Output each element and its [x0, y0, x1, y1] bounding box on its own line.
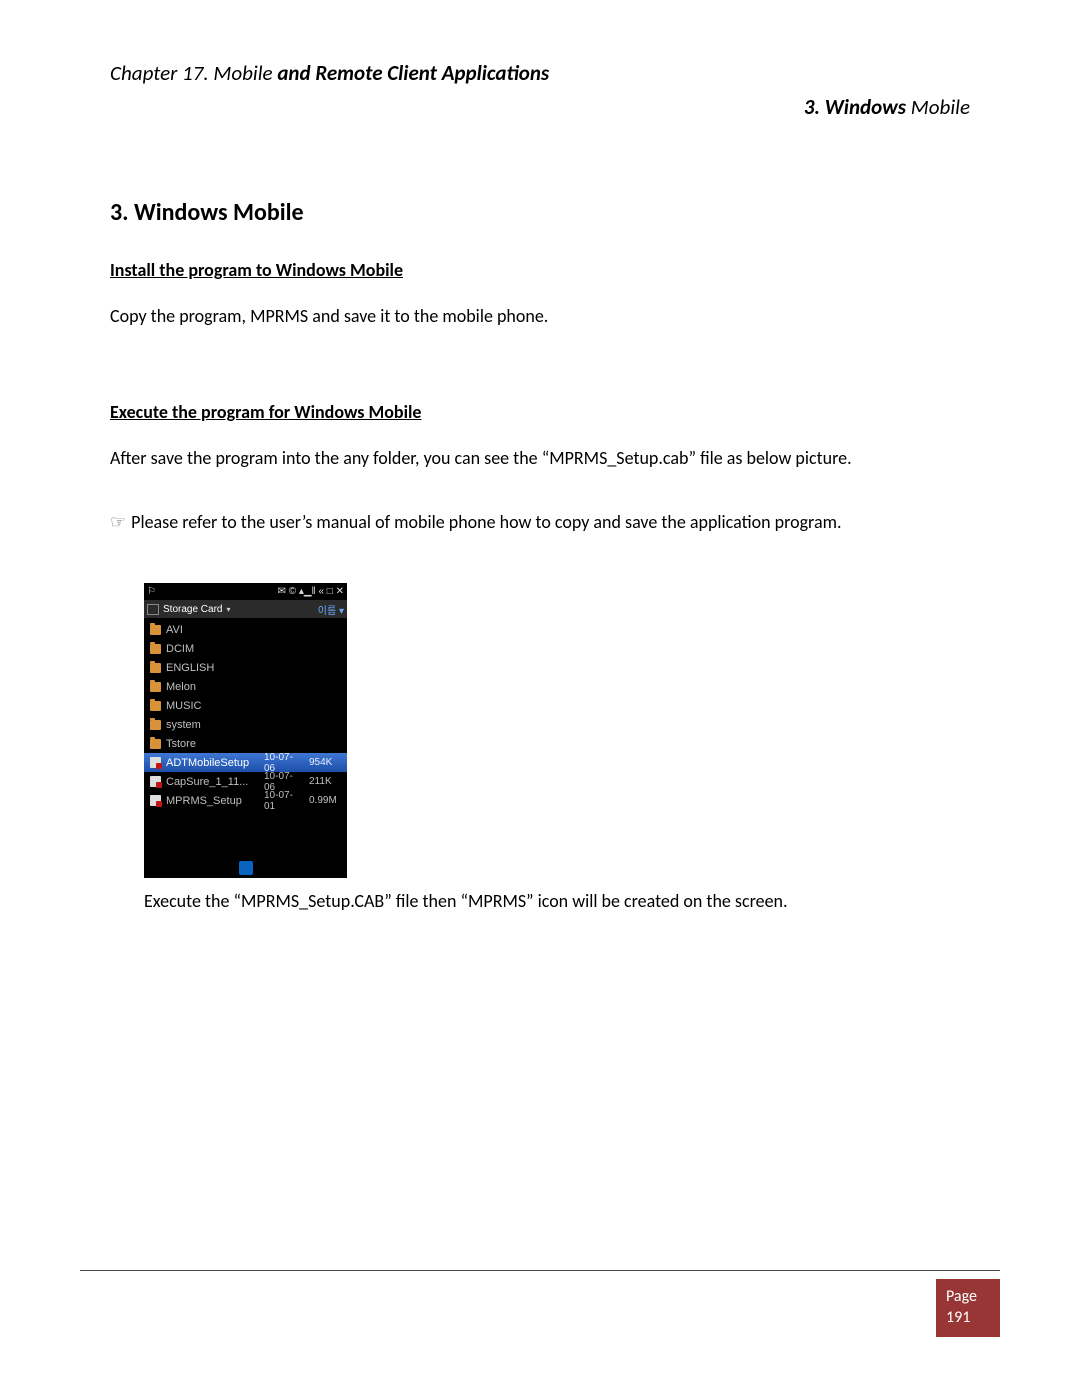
footer-rule — [80, 1270, 1000, 1271]
phone-bottom-bar — [144, 858, 347, 878]
section-heading: 3. Windows Mobile — [110, 198, 970, 227]
list-item[interactable]: system — [144, 715, 347, 734]
list-item[interactable]: Tstore — [144, 734, 347, 753]
pointing-hand-icon: ☞ — [110, 511, 125, 533]
folder-icon — [150, 625, 161, 635]
folder-icon — [150, 739, 161, 749]
paragraph-execute: After save the program into the any fold… — [110, 445, 970, 471]
cab-file-icon — [150, 795, 161, 806]
paragraph-install: Copy the program, MPRMS and save it to t… — [110, 303, 970, 329]
folder-icon — [150, 701, 161, 711]
list-item[interactable]: MUSIC — [144, 696, 347, 715]
cab-file-icon — [150, 757, 161, 768]
header-chapter-prefix: Chapter 17. Mobile — [110, 60, 273, 86]
header-chapter: Chapter 17. Mobile and Remote Client App… — [110, 60, 970, 86]
folder-icon — [150, 720, 161, 730]
page-number-badge: Page 191 — [936, 1279, 1000, 1337]
folder-icon — [150, 663, 161, 673]
page-label: Page — [946, 1287, 990, 1308]
cab-file-icon — [150, 776, 161, 787]
list-item[interactable]: CapSure_1_11... 10-07-06 211K — [144, 772, 347, 791]
phone-status-bar: ⚐ ✉ © ▴▁‖ « □ ✕ — [144, 583, 347, 600]
subheading-execute: Execute the program for Windows Mobile — [110, 401, 970, 423]
list-item[interactable]: ENGLISH — [144, 658, 347, 677]
location-dropdown[interactable]: Storage Card ▾ — [147, 604, 231, 615]
screenshot-caption: Execute the “MPRMS_Setup.CAB” file then … — [144, 890, 970, 912]
header-section: 3. Windows Mobile — [110, 94, 970, 120]
header-chapter-bold: and Remote Client Applications — [273, 60, 550, 86]
start-flag-icon: ⚐ — [147, 586, 156, 597]
note-text: Please refer to the user’s manual of mob… — [131, 511, 841, 533]
list-item[interactable]: DCIM — [144, 639, 347, 658]
phone-file-list: AVI DCIM ENGLISH Melon MUSIC system Tsto… — [144, 618, 347, 858]
list-item[interactable]: Melon — [144, 677, 347, 696]
header-section-light: Mobile — [911, 94, 970, 120]
header-section-bold: 3. Windows — [804, 94, 911, 120]
phone-location-bar: Storage Card ▾ 이름 ▾ — [144, 600, 347, 618]
card-icon — [147, 604, 159, 615]
location-label: Storage Card — [163, 604, 222, 615]
subheading-install: Install the program to Windows Mobile — [110, 259, 970, 281]
list-item-selected[interactable]: ADTMobileSetup 10-07-06 954K — [144, 753, 347, 772]
keyboard-icon[interactable] — [239, 861, 253, 875]
folder-icon — [150, 644, 161, 654]
status-icons: ✉ © ▴▁‖ « □ ✕ — [277, 586, 344, 597]
list-item[interactable]: MPRMS_Setup 10-07-01 0.99M — [144, 791, 347, 810]
folder-icon — [150, 682, 161, 692]
page-number: 191 — [946, 1308, 990, 1329]
note-paragraph: ☞ Please refer to the user’s manual of mo… — [110, 509, 970, 535]
chevron-down-icon: ▾ — [226, 605, 230, 614]
list-item[interactable]: AVI — [144, 620, 347, 639]
phone-screenshot: ⚐ ✉ © ▴▁‖ « □ ✕ Storage Card ▾ 이름 ▾ AVI … — [144, 583, 347, 878]
sort-dropdown[interactable]: 이름 ▾ — [318, 602, 344, 617]
